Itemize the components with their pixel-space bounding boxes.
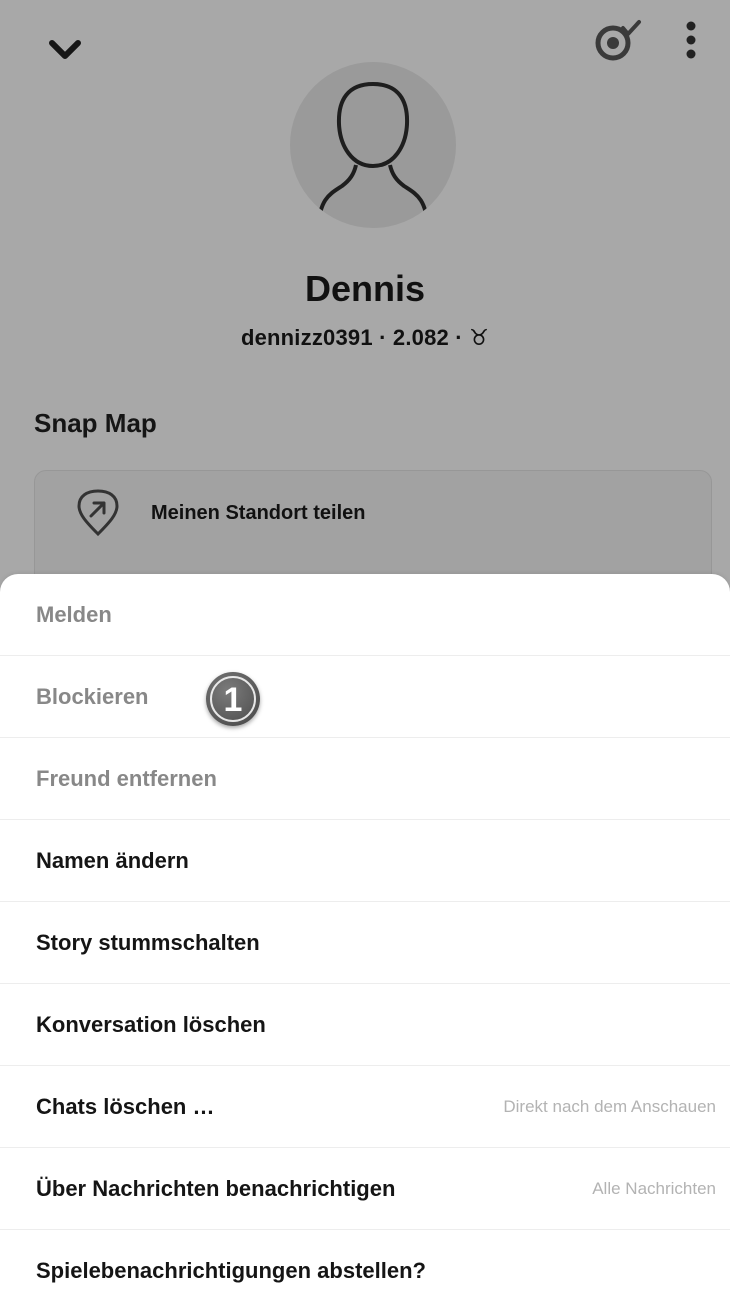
profile-display-name: Dennis bbox=[304, 268, 426, 309]
menu-label: Über Nachrichten benachrichtigen bbox=[36, 1175, 396, 1201]
menu-label: Story stummschalten bbox=[36, 929, 260, 955]
profile-username-score: dennizz0391 · 2.082 · ♉ bbox=[240, 325, 490, 350]
share-location-label: Meinen Standort teilen bbox=[151, 501, 366, 524]
menu-item-clear-chats[interactable]: Chats löschen … Direkt nach dem Anschaue… bbox=[0, 1066, 730, 1148]
menu-label: Melden bbox=[36, 601, 112, 627]
menu-label: Freund entfernen bbox=[36, 765, 217, 791]
menu-item-change-name[interactable]: Namen ändern bbox=[0, 820, 730, 902]
menu-item-delete-conversation[interactable]: Konversation löschen bbox=[0, 984, 730, 1066]
chevron-down-icon[interactable] bbox=[40, 30, 90, 70]
share-location-row[interactable]: Meinen Standort teilen bbox=[35, 471, 711, 555]
menu-value: Alle Nachrichten bbox=[592, 1178, 716, 1198]
location-pin-icon bbox=[73, 488, 123, 538]
menu-label: Chats löschen … bbox=[36, 1093, 215, 1119]
menu-label: Spielebenachrichtigungen abstellen? bbox=[36, 1258, 426, 1283]
menu-label: Konversation löschen bbox=[36, 1011, 266, 1037]
menu-value: Direkt nach dem Anschauen bbox=[503, 1096, 716, 1116]
menu-item-game-notifications[interactable]: Spielebenachrichtigungen abstellen? bbox=[0, 1230, 730, 1312]
snap-map-heading: Snap Map bbox=[34, 408, 157, 438]
menu-item-block[interactable]: Blockieren bbox=[0, 656, 730, 738]
menu-label: Blockieren bbox=[36, 683, 149, 709]
menu-label: Namen ändern bbox=[36, 847, 189, 873]
menu-item-message-notifications[interactable]: Über Nachrichten benachrichtigen Alle Na… bbox=[0, 1148, 730, 1230]
friend-check-icon[interactable] bbox=[592, 18, 644, 64]
menu-item-mute-story[interactable]: Story stummschalten bbox=[0, 902, 730, 984]
step-number: 1 bbox=[223, 680, 243, 719]
more-vertical-icon[interactable] bbox=[676, 18, 706, 62]
menu-item-remove-friend[interactable]: Freund entfernen bbox=[0, 738, 730, 820]
menu-item-report[interactable]: Melden bbox=[0, 574, 730, 656]
action-sheet: Melden Blockieren Freund entfernen Namen… bbox=[0, 574, 730, 1314]
avatar[interactable] bbox=[290, 62, 456, 228]
step-number-badge: 1 bbox=[206, 672, 260, 726]
